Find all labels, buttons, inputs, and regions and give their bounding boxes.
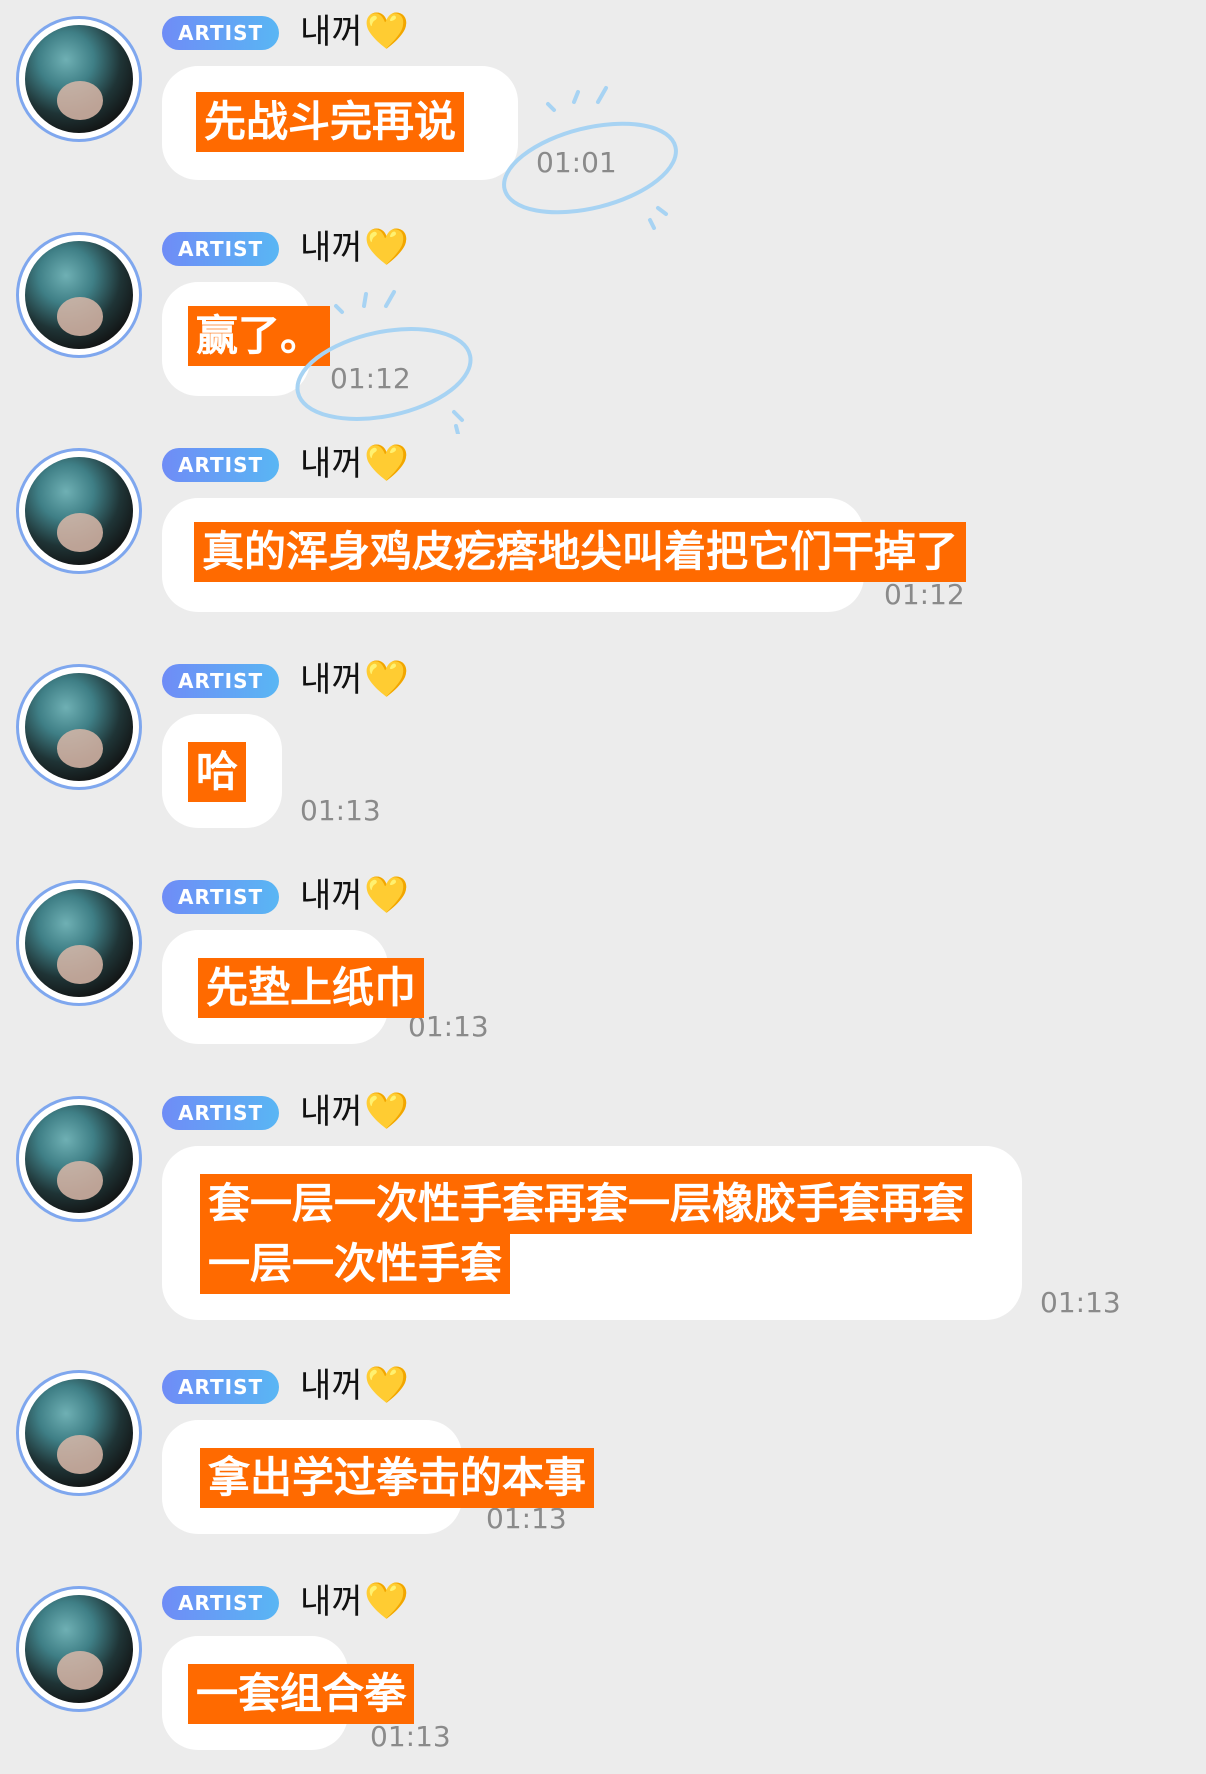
message-text: 先垫上纸巾 [198,958,425,1018]
circle-doodle [502,86,678,230]
sender-name: 내꺼 [300,660,363,700]
avatar[interactable] [16,232,142,358]
sender-name: 내꺼 [300,444,363,484]
artist-badge: ARTIST [162,16,280,50]
chat-message: ARTIST 내꺼 💛 真的浑身鸡皮疙瘩地尖叫着把它们干掉了 01:12 [0,432,1206,648]
avatar[interactable] [16,16,142,142]
heart-icon: 💛 [364,443,409,484]
heart-icon: 💛 [364,1091,409,1132]
sender-name: 내꺼 [300,1582,363,1622]
avatar[interactable] [16,448,142,574]
chat-message: ARTIST 내꺼 💛 哈 01:13 [0,648,1206,864]
artist-badge: ARTIST [162,664,280,698]
sender-name: 내꺼 [300,1366,363,1406]
heart-icon: 💛 [364,227,409,268]
avatar[interactable] [16,664,142,790]
artist-badge: ARTIST [162,880,280,914]
artist-badge: ARTIST [162,448,280,482]
heart-icon: 💛 [364,875,409,916]
avatar[interactable] [16,1586,142,1712]
chat-message: ARTIST 내꺼 💛 套一层一次性手套再套一层橡胶手套再套 一层一次性手套 0… [0,1080,1206,1354]
sender-name: 내꺼 [300,1092,363,1132]
sender-name: 내꺼 [300,12,363,52]
artist-badge: ARTIST [162,232,280,266]
message-time: 01:13 [1040,1286,1121,1319]
heart-icon: 💛 [364,659,409,700]
heart-icon: 💛 [364,11,409,52]
chat-message: ARTIST 내꺼 💛 先战斗完再说 01:01 [0,0,1206,230]
chat-message: ARTIST 내꺼 💛 先垫上纸巾 01:13 [0,864,1206,1080]
artist-badge: ARTIST [162,1586,280,1620]
chat-message: ARTIST 내꺼 💛 赢了。 01:12 [0,216,1206,434]
message-text: 拿出学过拳击的本事 [200,1448,595,1508]
message-text-line: 套一层一次性手套再套一层橡胶手套再套 [200,1174,973,1234]
circle-doodle [295,290,473,434]
message-text: 先战斗完再说 [196,92,465,152]
sender-name: 내꺼 [300,876,363,916]
artist-badge: ARTIST [162,1370,280,1404]
message-time: 01:13 [300,794,381,827]
heart-icon: 💛 [364,1365,409,1406]
message-time: 01:12 [884,578,965,611]
message-text: 真的浑身鸡皮疙瘩地尖叫着把它们干掉了 [194,522,967,582]
message-text: 哈 [188,742,247,802]
chat-message: ARTIST 내꺼 💛 拿出学过拳击的本事 01:13 [0,1354,1206,1570]
message-time: 01:13 [370,1720,451,1753]
artist-badge: ARTIST [162,1096,280,1130]
message-text: 一套组合拳 [188,1664,415,1724]
avatar[interactable] [16,1370,142,1496]
chat-message: ARTIST 내꺼 💛 一套组合拳 01:13 [0,1570,1206,1774]
avatar[interactable] [16,1096,142,1222]
heart-icon: 💛 [364,1581,409,1622]
message-text-line: 一层一次性手套 [200,1234,511,1294]
sender-name: 내꺼 [300,228,363,268]
avatar[interactable] [16,880,142,1006]
